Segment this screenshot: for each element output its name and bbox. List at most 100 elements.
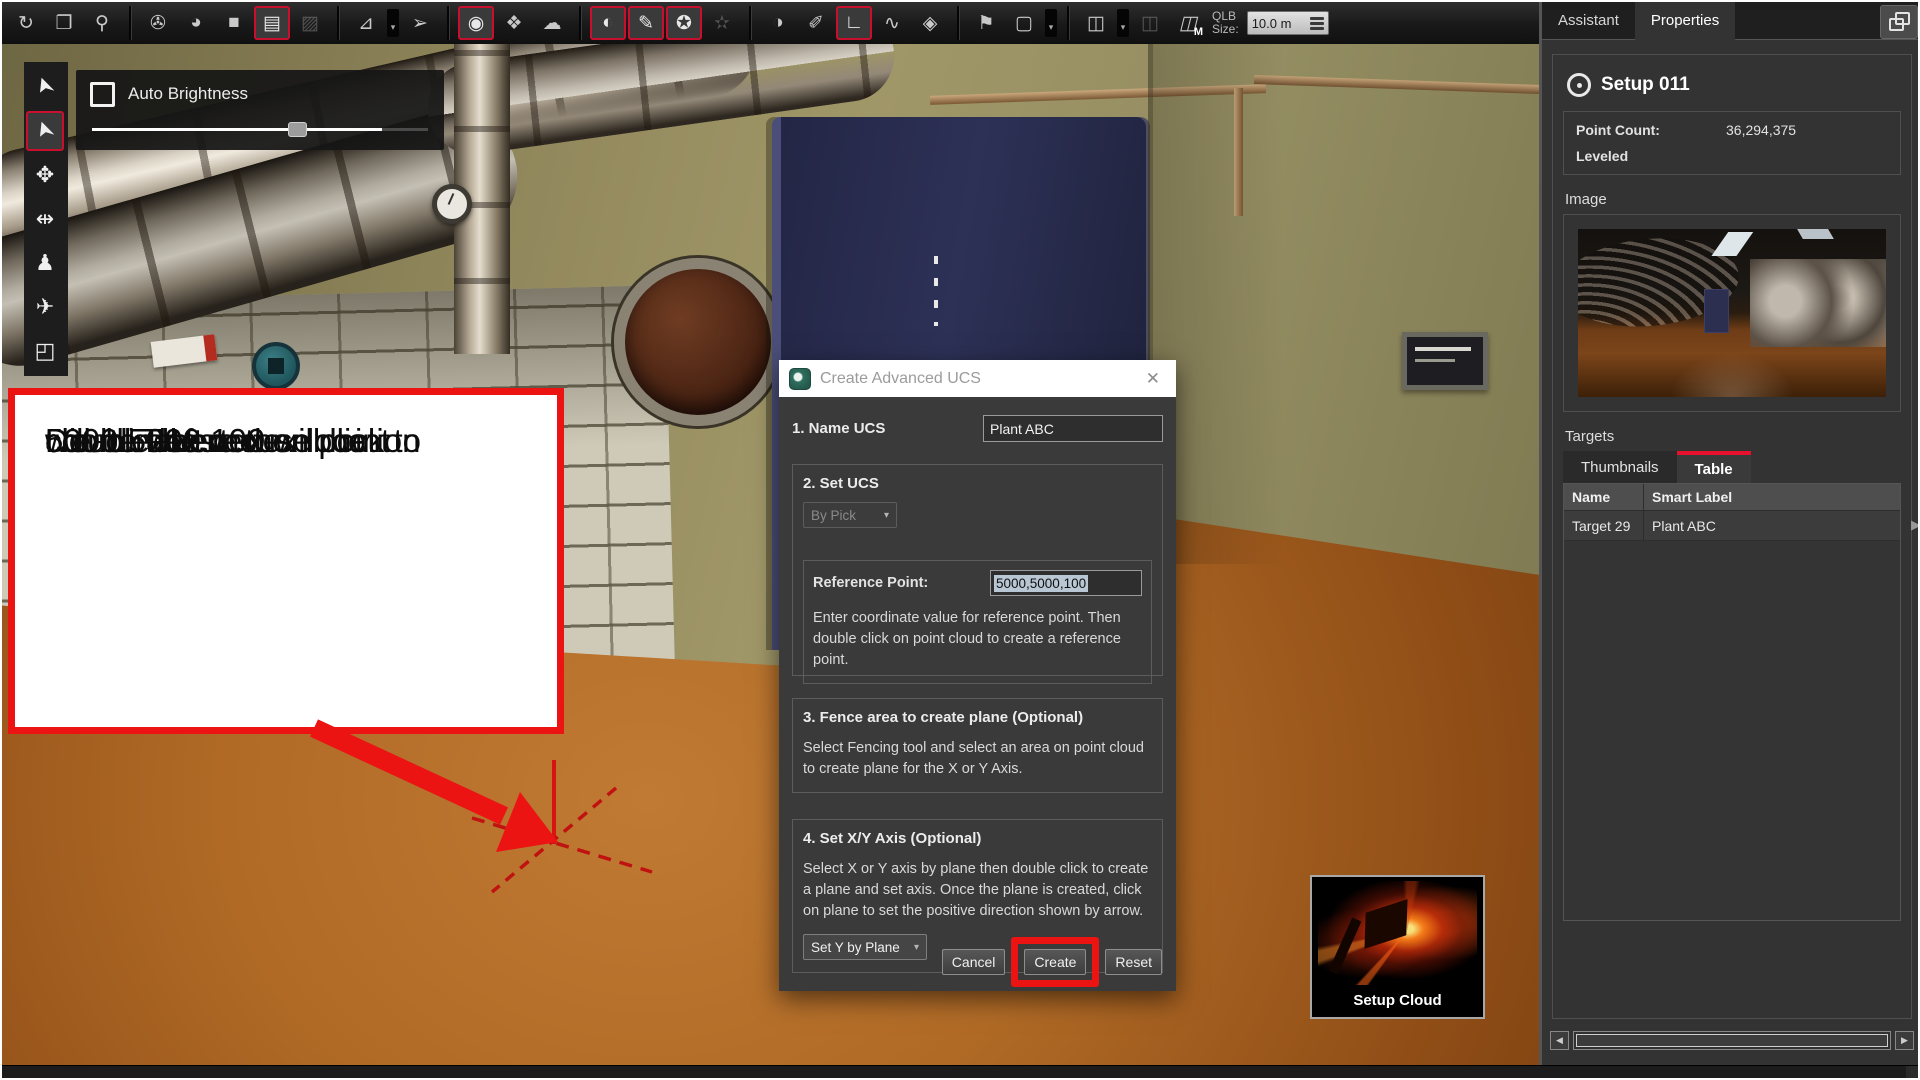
cancel-button[interactable]: Cancel xyxy=(942,949,1006,975)
axis-dropdown[interactable]: Set Y by Plane ▾ xyxy=(803,934,927,960)
tab-thumbnails[interactable]: Thumbnails xyxy=(1563,451,1677,483)
box-target-icon[interactable]: ◈ xyxy=(912,6,948,40)
select-area-icon[interactable]: ▢ xyxy=(1006,6,1042,40)
close-icon[interactable]: ✕ xyxy=(1140,367,1166,391)
select-points-tool-icon[interactable]: ➤ xyxy=(26,111,64,151)
brightness-slider-track[interactable] xyxy=(92,128,428,131)
wand-icon[interactable]: ∿ xyxy=(874,6,910,40)
spinner-icon[interactable] xyxy=(1310,17,1324,30)
set-ucs-section: 2. Set UCS By Pick ▾ Reference Point: 50… xyxy=(792,464,1163,676)
pano-light-1 xyxy=(1711,232,1752,256)
target-icon[interactable]: ◉ xyxy=(458,6,494,40)
image-view-icon[interactable]: ▨ xyxy=(292,6,328,40)
m-badge: M xyxy=(1194,26,1203,38)
pin-icon[interactable]: ✪ xyxy=(666,6,702,40)
setup-cloud-thumbnail[interactable]: Setup Cloud xyxy=(1310,875,1485,1019)
properties-panel: Assistant Properties Setup 011 Point Cou… xyxy=(1539,2,1920,1065)
cube-view-tool-icon[interactable]: ◰ xyxy=(26,331,64,371)
scan-view-icon[interactable]: ↻ xyxy=(8,6,44,40)
select-area-dropdown-caret-icon[interactable]: ▾ xyxy=(1045,9,1057,37)
image-box xyxy=(1563,214,1901,412)
measure-icon[interactable]: ⊿ xyxy=(348,6,384,40)
ucs-name-input[interactable] xyxy=(983,415,1163,442)
zoom-window-icon[interactable]: ⚲ xyxy=(84,6,120,40)
dialog-buttons: Cancel Create Reset xyxy=(942,949,1162,975)
panel-content: Setup 011 Point Count: 36,294,375 Levele… xyxy=(1552,54,1912,1019)
target-half-icon[interactable]: ◐ xyxy=(590,6,626,40)
column-name[interactable]: Name xyxy=(1564,484,1644,510)
link-edit-icon[interactable]: ✎ xyxy=(628,6,664,40)
auto-brightness-checkbox[interactable] xyxy=(90,82,115,107)
create-button[interactable]: Create xyxy=(1024,949,1086,975)
measure-dropdown-caret-icon[interactable]: ▾ xyxy=(387,9,399,37)
orbit-tool-icon[interactable]: ✥ xyxy=(26,155,64,195)
brightness-slider-fill xyxy=(92,128,382,131)
door-handle-dots xyxy=(934,256,938,326)
flag-icon[interactable]: ⚑ xyxy=(968,6,1004,40)
application-window: ↻ ❐ ⚲ ✇ ◕ ■ ▤ ▨ ⊿ ▾ ➢ ◉ ❖ ☁ ◐ ✎ ✪ ✫ ◑ ✐ … xyxy=(0,0,1920,1080)
pointcloud-viewport[interactable]: ➤ ➤ ✥ ⇹ ♟ ✈ ◰ Auto Brightness Double lef… xyxy=(2,44,1539,1065)
tab-assistant[interactable]: Assistant xyxy=(1542,2,1635,39)
dialog-titlebar[interactable]: Create Advanced UCS ✕ xyxy=(779,360,1176,397)
label-icon[interactable]: ❖ xyxy=(496,6,532,40)
step3-label: 3. Fence area to create plane (Optional) xyxy=(803,709,1152,726)
tab-properties[interactable]: Properties xyxy=(1635,2,1735,40)
toolbar-divider xyxy=(1067,6,1069,40)
setup-stats-box: Point Count: 36,294,375 Leveled xyxy=(1563,111,1901,175)
select-glyph: ➤ xyxy=(29,74,60,101)
targets-table: Name Smart Label Target 29 Plant ABC xyxy=(1563,483,1901,921)
reference-point-label: Reference Point: xyxy=(813,575,928,591)
qlb-size-value: 10.0 m xyxy=(1252,16,1292,31)
chevron-down-icon: ▾ xyxy=(884,510,889,521)
column-smart-label[interactable]: Smart Label xyxy=(1644,489,1900,505)
panorama-thumbnail[interactable] xyxy=(1578,229,1886,397)
pin-filter-icon[interactable]: ✫ xyxy=(704,6,740,40)
toolbar-divider xyxy=(957,6,959,40)
select-tool-icon[interactable]: ➤ xyxy=(26,67,64,107)
scroll-left-icon[interactable]: ◀ xyxy=(1550,1031,1569,1050)
look-tool-icon[interactable]: ♟ xyxy=(26,243,64,283)
brightness-slider-handle[interactable] xyxy=(288,122,307,137)
camera-icon[interactable]: ✇ xyxy=(140,6,176,40)
targets-tabbar: Thumbnails Table xyxy=(1563,451,1901,483)
axis-icon[interactable]: ∟ xyxy=(836,6,872,40)
qlb-size-label: QLBSize: xyxy=(1212,10,1239,36)
scroll-right-icon[interactable]: ▶ xyxy=(1895,1031,1914,1050)
leveled-label: Leveled xyxy=(1576,148,1726,164)
create-advanced-ucs-dialog: Create Advanced UCS ✕ 1. Name UCS 2. Set… xyxy=(779,360,1176,991)
pin-edit-icon[interactable]: ✐ xyxy=(798,6,834,40)
set-ucs-dropdown[interactable]: By Pick ▾ xyxy=(803,502,897,528)
reference-point-input[interactable]: 5000,5000,100 xyxy=(990,570,1142,596)
target-edit-icon[interactable]: ◑ xyxy=(760,6,796,40)
panorama-view-icon[interactable]: ▤ xyxy=(254,6,290,40)
step2-label: 2. Set UCS xyxy=(803,475,1152,492)
set-ucs-dropdown-value: By Pick xyxy=(811,508,856,523)
solid-view-icon[interactable]: ■ xyxy=(216,6,252,40)
scrollbar-track[interactable] xyxy=(1573,1031,1891,1050)
fly-tool-icon[interactable]: ✈ xyxy=(26,287,64,327)
auto-brightness-panel: Auto Brightness xyxy=(76,70,444,150)
point-colors-icon[interactable]: ◕ xyxy=(178,6,214,40)
setup-cloud-label: Setup Cloud xyxy=(1312,992,1483,1017)
panel-collapse-icon[interactable]: ▶ xyxy=(1911,517,1920,533)
navigation-tool-column: ➤ ➤ ✥ ⇹ ♟ ✈ ◰ xyxy=(24,62,68,376)
pan-tool-icon[interactable]: ⇹ xyxy=(26,199,64,239)
select-points-glyph: ➤ xyxy=(29,118,60,145)
toolbar-divider xyxy=(337,6,339,40)
point-count-value: 36,294,375 xyxy=(1726,122,1796,138)
view-cube-m-icon[interactable]: ◫M xyxy=(1170,6,1206,40)
view-cube-dropdown-caret-icon[interactable]: ▾ xyxy=(1117,9,1129,37)
scrollbar-thumb[interactable] xyxy=(1576,1034,1888,1047)
view-cube-icon[interactable]: ◫ xyxy=(1078,6,1114,40)
probe-cursor-icon[interactable]: ➢ xyxy=(402,6,438,40)
qlb-size-input[interactable]: 10.0 m xyxy=(1247,11,1329,35)
view-cube-eye-icon[interactable]: ◫ xyxy=(1132,6,1168,40)
cascade-windows-icon[interactable]: ❐ xyxy=(46,6,82,40)
tab-table[interactable]: Table xyxy=(1677,451,1751,483)
undock-panel-icon[interactable] xyxy=(1880,5,1918,39)
table-row[interactable]: Target 29 Plant ABC xyxy=(1564,511,1900,541)
reset-button[interactable]: Reset xyxy=(1105,949,1162,975)
right-wall-shading xyxy=(1153,44,1539,564)
cloud-icon[interactable]: ☁ xyxy=(534,6,570,40)
setup-header: Setup 011 xyxy=(1563,67,1901,103)
